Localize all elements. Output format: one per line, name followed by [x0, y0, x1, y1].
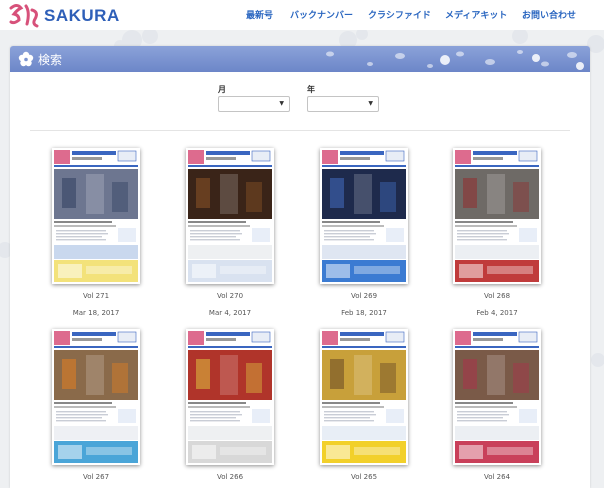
month-label: 月: [218, 85, 226, 94]
sakura-logo-icon: [9, 4, 39, 28]
issue-cover[interactable]: [186, 329, 274, 465]
chevron-down-icon: ▼: [368, 100, 373, 107]
issue-cover[interactable]: [186, 148, 274, 284]
cover-image: [320, 329, 408, 465]
issue-cover[interactable]: [320, 148, 408, 284]
year-select[interactable]: ▼: [307, 96, 379, 112]
issue-date: Feb 18, 2017: [341, 309, 387, 317]
issue-date: Mar 4, 2017: [208, 309, 252, 317]
nav-media-kit[interactable]: メディアキット: [445, 8, 507, 21]
issue-volume[interactable]: Vol 269: [314, 292, 414, 300]
year-label: 年: [307, 85, 315, 94]
cover-image: [186, 148, 274, 284]
issue-cover[interactable]: [453, 148, 541, 284]
issue-cover[interactable]: [52, 148, 140, 284]
search-panel-header: 検索: [10, 46, 590, 72]
issue-date: Feb 4, 2017: [476, 309, 518, 317]
issue-cover[interactable]: [52, 329, 140, 465]
nav-latest-issue[interactable]: 最新号: [246, 8, 273, 21]
cover-image: [52, 329, 140, 465]
issue-volume[interactable]: Vol 271: [46, 292, 146, 300]
issue-volume[interactable]: Vol 268: [447, 292, 547, 300]
cover-image: [186, 329, 274, 465]
petal-decoration: [326, 50, 584, 70]
cover-image: [52, 148, 140, 284]
cover-image: [320, 148, 408, 284]
nav-contact[interactable]: お問い合わせ: [522, 8, 576, 21]
issue-volume[interactable]: Vol 266: [180, 473, 280, 481]
chevron-down-icon: ▼: [279, 100, 284, 107]
issue-cover[interactable]: [320, 329, 408, 465]
site-header: SAKURA 最新号 バックナンバー クラシファイド メディアキット お問い合わ…: [0, 0, 604, 30]
site-logo[interactable]: SAKURA: [8, 2, 120, 28]
search-panel-title: 検索: [38, 53, 63, 67]
issue-volume[interactable]: Vol 265: [314, 473, 414, 481]
issue-cover[interactable]: [453, 329, 541, 465]
cover-image: [453, 148, 541, 284]
issue-volume[interactable]: Vol 264: [447, 473, 547, 481]
sakura-flower-icon: [18, 51, 34, 67]
issue-volume[interactable]: Vol 267: [46, 473, 146, 481]
brand-name: SAKURA: [44, 6, 120, 25]
nav-classified[interactable]: クラシファイド: [368, 8, 431, 21]
nav-back-numbers[interactable]: バックナンバー: [290, 8, 353, 21]
issue-date: Mar 18, 2017: [72, 309, 120, 317]
cover-image: [453, 329, 541, 465]
month-select[interactable]: ▼: [218, 96, 290, 112]
issue-volume[interactable]: Vol 270: [180, 292, 280, 300]
divider: [30, 130, 570, 131]
